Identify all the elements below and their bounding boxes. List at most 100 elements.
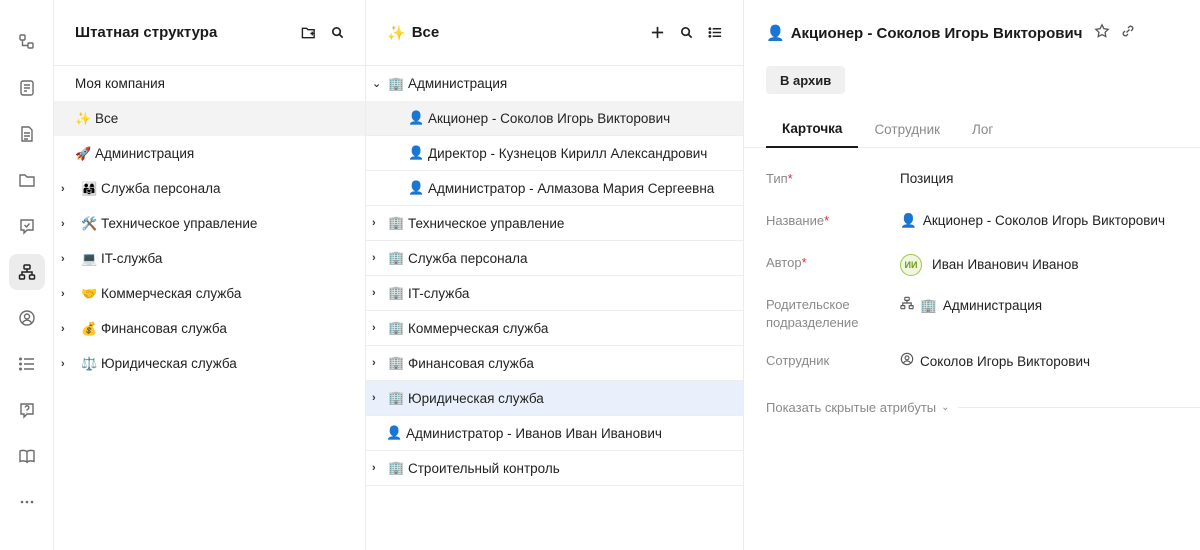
building-icon: 🏢 bbox=[388, 250, 405, 265]
archive-button[interactable]: В архив bbox=[766, 66, 846, 94]
sidebar-item[interactable]: › 🤝 Коммерческая служба bbox=[54, 276, 365, 311]
chevron-right-icon[interactable]: › bbox=[366, 322, 388, 334]
chevron-right-icon[interactable]: › bbox=[61, 323, 81, 335]
building-icon: 🏢 bbox=[388, 355, 405, 370]
list-icon[interactable] bbox=[9, 346, 45, 382]
department-icon: 💰 bbox=[81, 320, 98, 336]
chevron-down-icon: ⌄ bbox=[941, 402, 950, 413]
chevron-right-icon[interactable]: › bbox=[366, 217, 388, 229]
list-view-icon[interactable] bbox=[708, 25, 723, 40]
person-icon: 👤 bbox=[408, 180, 425, 195]
sidebar-item[interactable]: ✨ Все bbox=[54, 101, 365, 136]
tab-card[interactable]: Карточка bbox=[766, 110, 859, 148]
sidebar-item[interactable]: › 👨‍👩‍👧 Служба персонала bbox=[54, 171, 365, 206]
staff-structure-panel: Штатная структура Моя компания ✨ Все 🚀 Админ… bbox=[54, 0, 366, 550]
building-icon: 🏢 bbox=[388, 390, 405, 405]
tasks-icon[interactable] bbox=[9, 70, 45, 106]
search-icon[interactable] bbox=[330, 25, 345, 40]
tree-row[interactable]: › 🏢 Финансовая служба bbox=[366, 346, 743, 381]
add-icon[interactable] bbox=[650, 25, 665, 40]
chevron-right-icon[interactable]: › bbox=[61, 288, 81, 300]
org-chart-icon bbox=[900, 296, 914, 315]
field-parent-value[interactable]: Администрация bbox=[943, 297, 1042, 315]
tab-log[interactable]: Лог bbox=[956, 110, 1009, 148]
field-employee-label: Сотрудник bbox=[766, 353, 830, 368]
sidebar-item[interactable]: › ⚖️ Юридическая служба bbox=[54, 346, 365, 381]
tree-row[interactable]: › 🏢 Юридическая служба bbox=[366, 381, 743, 416]
tree-row[interactable]: 👤 Администратор - Алмазова Мария Сергеевн… bbox=[366, 171, 743, 206]
chevron-right-icon[interactable]: › bbox=[61, 253, 81, 265]
tree-row[interactable]: › 🏢 Техническое управление bbox=[366, 206, 743, 241]
sidebar-item[interactable]: Моя компания bbox=[54, 66, 365, 101]
tree-row-label: Акционер - Соколов Игорь Викторович bbox=[428, 110, 671, 126]
field-author-value[interactable]: Иван Иванович Иванов bbox=[932, 256, 1079, 274]
tree-row-label: Коммерческая служба bbox=[408, 320, 549, 336]
star-icon[interactable] bbox=[1094, 23, 1111, 43]
avatar: ИИ bbox=[900, 254, 922, 276]
folder-icon[interactable] bbox=[9, 162, 45, 198]
department-icon: 💻 bbox=[81, 250, 98, 266]
chevron-right-icon[interactable]: › bbox=[366, 357, 388, 369]
sidebar-item[interactable]: › 💻 IT-служба bbox=[54, 241, 365, 276]
icon-rail bbox=[0, 0, 54, 550]
field-type: Тип* Позиция bbox=[766, 150, 1200, 192]
department-icon: 🚀 bbox=[75, 145, 92, 161]
chevron-right-icon[interactable]: › bbox=[61, 183, 81, 195]
show-hidden-attributes[interactable]: Показать скрытые атрибуты ⌄ bbox=[766, 400, 1200, 415]
building-icon: 🏢 bbox=[920, 297, 937, 313]
search-icon[interactable] bbox=[679, 25, 694, 40]
tree-row[interactable]: › 🏢 Коммерческая служба bbox=[366, 311, 743, 346]
person-icon: 👤 bbox=[766, 25, 785, 42]
tree-row[interactable]: ⌄ 🏢 Администрация bbox=[366, 66, 743, 101]
chevron-right-icon[interactable]: › bbox=[366, 287, 388, 299]
person-icon: 👤 bbox=[408, 145, 425, 160]
chevron-right-icon[interactable]: › bbox=[61, 218, 81, 230]
tree-row[interactable]: › 🏢 Строительный контроль bbox=[366, 451, 743, 486]
chevron-right-icon[interactable]: › bbox=[366, 462, 388, 474]
field-author: Автор* ИИ Иван Иванович Иванов bbox=[766, 234, 1200, 276]
sidebar-item[interactable]: 🚀 Администрация bbox=[54, 136, 365, 171]
sidebar-item-label: Служба персонала bbox=[101, 181, 221, 196]
structure-icon[interactable] bbox=[9, 24, 45, 60]
tree-row[interactable]: 👤 Акционер - Соколов Игорь Викторович bbox=[366, 101, 743, 136]
positions-panel: ✨ Все ⌄ 🏢 Администрация 👤 Акционер - Соколов … bbox=[366, 0, 744, 550]
sidebar-item-label: Все bbox=[95, 111, 119, 126]
link-icon[interactable] bbox=[1120, 23, 1136, 43]
field-type-value[interactable]: Позиция bbox=[900, 170, 953, 188]
approval-icon[interactable] bbox=[9, 208, 45, 244]
field-name-label: Название bbox=[766, 213, 825, 228]
tree-row[interactable]: 👤 Директор - Кузнецов Кирилл Александрови… bbox=[366, 136, 743, 171]
tab-employee[interactable]: Сотрудник bbox=[858, 110, 956, 148]
field-name-value[interactable]: Акционер - Соколов Игорь Викторович bbox=[923, 212, 1165, 230]
chevron-right-icon[interactable]: › bbox=[61, 358, 81, 370]
document-icon[interactable] bbox=[9, 116, 45, 152]
chevron-down-icon[interactable]: ⌄ bbox=[366, 77, 388, 90]
help-icon[interactable] bbox=[9, 392, 45, 428]
department-icon: ⚖️ bbox=[81, 355, 98, 371]
sidebar-item[interactable]: › 💰 Финансовая служба bbox=[54, 311, 365, 346]
add-folder-icon[interactable] bbox=[301, 25, 316, 40]
details-tabs: Карточка Сотрудник Лог bbox=[744, 110, 1200, 148]
org-chart-icon[interactable] bbox=[8, 254, 45, 290]
tree-row[interactable]: › 🏢 Служба персонала bbox=[366, 241, 743, 276]
sidebar-item-label: Финансовая служба bbox=[101, 321, 227, 336]
user-circle-icon[interactable] bbox=[9, 300, 45, 336]
chevron-right-icon[interactable]: › bbox=[366, 252, 388, 264]
tree-row-label: Служба персонала bbox=[408, 250, 528, 266]
sidebar-item[interactable]: › 🛠️ Техническое управление bbox=[54, 206, 365, 241]
department-icon: 🛠️ bbox=[81, 215, 98, 231]
tree-row[interactable]: › 🏢 IT-служба bbox=[366, 276, 743, 311]
panel3-title: Акционер - Соколов Игорь Викторович bbox=[790, 24, 1083, 42]
field-employee: Сотрудник Соколов Игорь Викторович bbox=[766, 332, 1200, 374]
tree-row[interactable]: 👤 Администратор - Иванов Иван Иванович bbox=[366, 416, 743, 451]
book-icon[interactable] bbox=[9, 438, 45, 474]
details-panel: 👤 Акционер - Соколов Игорь Викторович В … bbox=[744, 0, 1200, 550]
tree-row-label: Администрация bbox=[408, 76, 508, 91]
sidebar-item-label: IT-служба bbox=[101, 251, 163, 266]
chevron-right-icon[interactable]: › bbox=[366, 392, 388, 404]
card-fields: Тип* Позиция Название* 👤 Акционер - Сокол… bbox=[766, 150, 1200, 374]
more-icon[interactable] bbox=[9, 484, 45, 520]
required-mark: * bbox=[801, 255, 807, 270]
tree-row-label: IT-служба bbox=[408, 285, 470, 301]
field-employee-value[interactable]: Соколов Игорь Викторович bbox=[920, 353, 1090, 371]
